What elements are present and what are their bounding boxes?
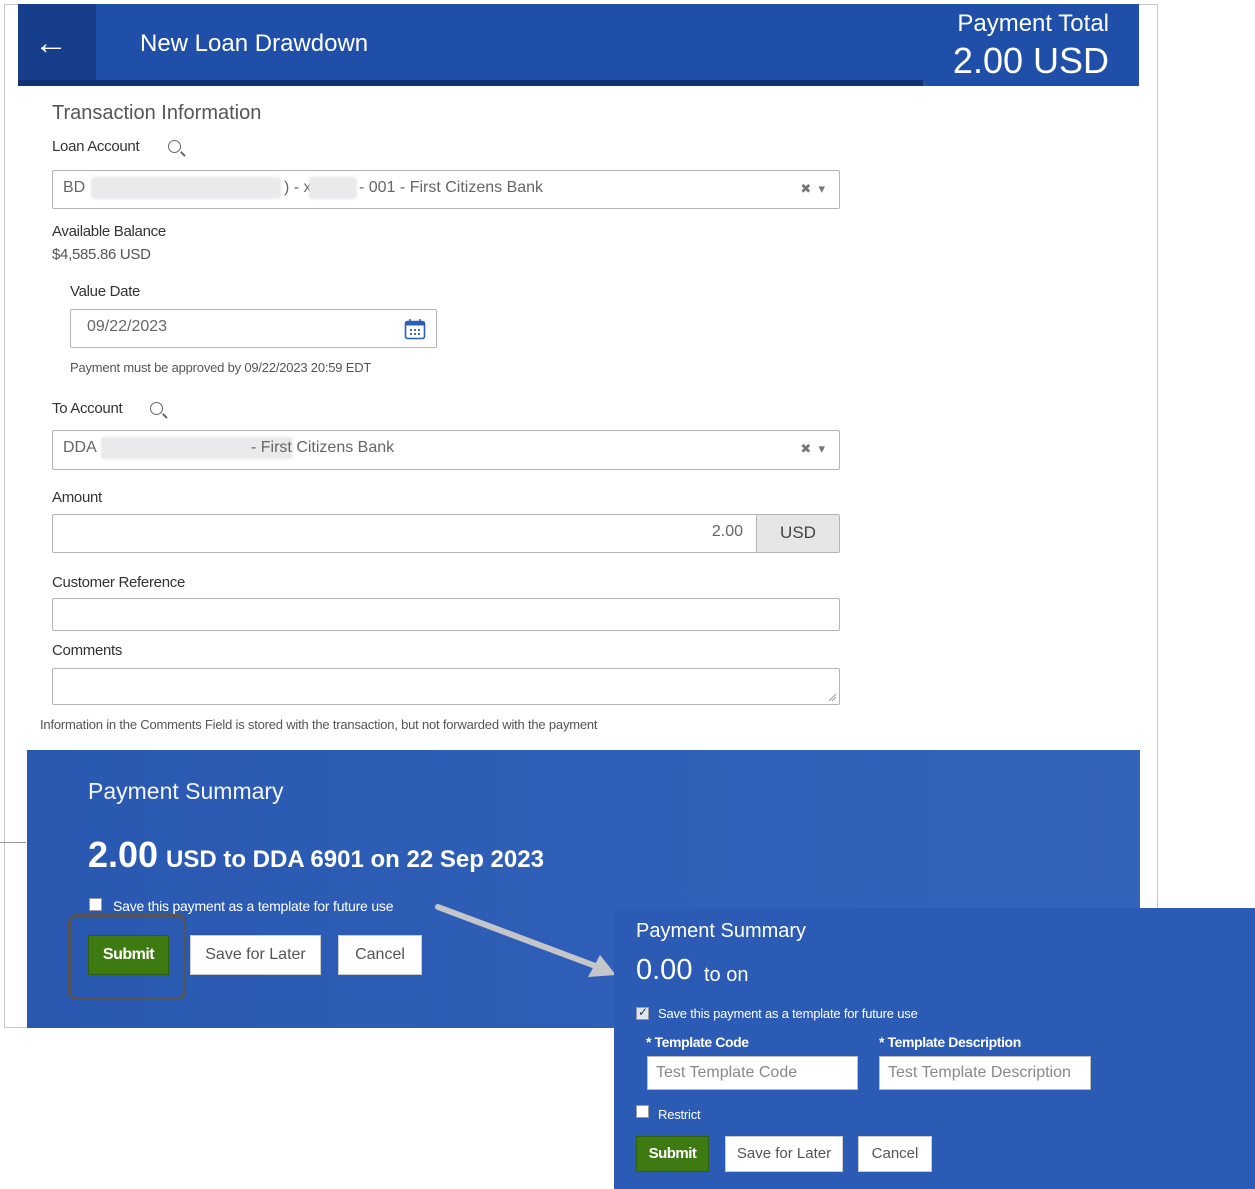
inset-save-template-checkbox[interactable] bbox=[636, 1005, 649, 1020]
currency-addon: USD bbox=[756, 515, 839, 552]
header-progress-strip bbox=[18, 80, 923, 86]
to-account-prefix: DDA bbox=[63, 439, 97, 456]
cancel-button[interactable]: Cancel bbox=[338, 935, 422, 975]
loan-account-prefix: BD bbox=[63, 179, 86, 196]
amount-label: Amount bbox=[52, 489, 102, 506]
summary-title: Payment Summary bbox=[88, 778, 284, 804]
back-arrow-icon: ← bbox=[34, 24, 68, 62]
inset-save-for-later-button[interactable]: Save for Later bbox=[725, 1136, 843, 1172]
save-for-later-button[interactable]: Save for Later bbox=[190, 935, 321, 975]
inset-summary-details: to on bbox=[704, 964, 749, 986]
loan-account-select[interactable]: BD ) - x - 001 - First Citizens Bank ✖ ▾ bbox=[52, 170, 840, 209]
customer-reference-label: Customer Reference bbox=[52, 574, 185, 591]
loan-account-mid: ) - x bbox=[284, 179, 312, 196]
clear-and-chevron-icon[interactable]: ✖ ▾ bbox=[800, 441, 825, 457]
save-template-label: Save this payment as a template for futu… bbox=[113, 898, 394, 914]
inset-summary-amount: 0.00 bbox=[636, 954, 693, 986]
amount-value: 2.00 bbox=[711, 523, 743, 540]
inset-submit-button[interactable]: Submit bbox=[636, 1136, 709, 1172]
back-button[interactable]: ← bbox=[18, 4, 96, 86]
summary-details: USD to DDA 6901 on 22 Sep 2023 bbox=[166, 846, 544, 873]
available-balance-value: $4,585.86 USD bbox=[52, 246, 151, 263]
value-date-label: Value Date bbox=[70, 283, 141, 300]
summary-amount: 2.00 bbox=[88, 834, 159, 875]
template-description-label: * Template Description bbox=[879, 1034, 1021, 1050]
comments-note: Information in the Comments Field is sto… bbox=[40, 717, 598, 732]
value-date-input[interactable]: 09/22/2023 bbox=[70, 309, 437, 348]
page-header: ← New Loan Drawdown Payment Total 2.00 U… bbox=[18, 4, 1139, 86]
value-date-value: 09/22/2023 bbox=[87, 318, 168, 335]
to-account-label: To Account bbox=[52, 400, 123, 417]
inset-cancel-button[interactable]: Cancel bbox=[858, 1136, 932, 1172]
loan-account-search-icon[interactable] bbox=[168, 140, 181, 153]
section-title: Transaction Information bbox=[52, 102, 262, 124]
payment-total-label: Payment Total bbox=[957, 10, 1109, 37]
restrict-label: Restrict bbox=[658, 1107, 701, 1122]
template-code-label: * Template Code bbox=[646, 1034, 749, 1050]
redacted-account-suffix bbox=[309, 177, 357, 199]
comments-textarea[interactable] bbox=[52, 668, 840, 705]
inset-summary-title: Payment Summary bbox=[636, 920, 807, 942]
submit-highlight-callout bbox=[68, 914, 186, 1000]
restrict-checkbox[interactable] bbox=[636, 1105, 649, 1118]
available-balance-label: Available Balance bbox=[52, 223, 166, 240]
value-date-note: Payment must be approved by 09/22/2023 2… bbox=[70, 360, 372, 375]
page-title: New Loan Drawdown bbox=[140, 30, 369, 57]
to-account-suffix: - First Citizens Bank bbox=[251, 439, 395, 456]
customer-reference-input[interactable] bbox=[52, 598, 840, 631]
calendar-icon[interactable] bbox=[404, 318, 426, 340]
resize-handle-icon[interactable] bbox=[828, 693, 837, 702]
template-description-input[interactable]: Test Template Description bbox=[879, 1056, 1091, 1090]
divider bbox=[0, 842, 26, 843]
payment-summary-inset: Payment Summary 0.00 to on Save this pay… bbox=[614, 908, 1255, 1189]
loan-account-label: Loan Account bbox=[52, 138, 140, 155]
payment-total-value: 2.00 USD bbox=[952, 40, 1109, 81]
callout-arrow-icon bbox=[435, 904, 616, 977]
redacted-account-number bbox=[91, 177, 281, 199]
save-template-checkbox[interactable] bbox=[89, 898, 102, 911]
amount-input[interactable]: 2.00 USD bbox=[52, 514, 840, 553]
clear-and-chevron-icon[interactable]: ✖ ▾ bbox=[800, 181, 825, 197]
inset-save-template-label: Save this payment as a template for futu… bbox=[658, 1006, 918, 1021]
to-account-search-icon[interactable] bbox=[150, 402, 163, 415]
to-account-select[interactable]: DDA - First Citizens Bank ✖ ▾ bbox=[52, 430, 840, 470]
loan-account-suffix: - 001 - First Citizens Bank bbox=[359, 179, 544, 196]
template-code-input[interactable]: Test Template Code bbox=[647, 1056, 858, 1090]
comments-label: Comments bbox=[52, 642, 123, 659]
